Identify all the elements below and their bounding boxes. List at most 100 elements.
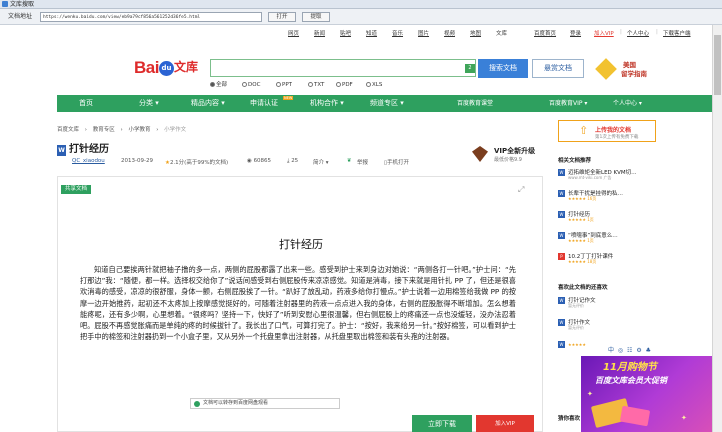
list-item[interactable]: W 打针经历 ★★★★★ 1页	[558, 210, 656, 222]
user-center-link[interactable]: 个人中心	[627, 29, 649, 37]
filter-doc[interactable]: DOC	[242, 81, 260, 90]
search-docs-button[interactable]: 搜索文档	[478, 59, 528, 78]
search-input[interactable]: 2	[210, 59, 476, 77]
filter-txt[interactable]: TXT	[308, 81, 324, 90]
list-item[interactable]: P 10.2丁丁打针课件 ★★★★★ 18页	[558, 252, 656, 264]
menu-edu-vip[interactable]: 百度教育VIP ▾	[549, 95, 587, 112]
vip-upgrade-banner[interactable]: VIP全新升级 最低价格9.9	[472, 145, 552, 167]
breadcrumb-item[interactable]: 小学作文	[164, 127, 186, 133]
breadcrumb: 百度文库 › 教育专区 › 小学教育 › 小学作文	[57, 125, 190, 133]
breadcrumb-sep: ›	[156, 127, 159, 133]
nav-link[interactable]: 地图	[470, 29, 481, 37]
guess-you-like-heading: 猜你喜欢	[558, 416, 581, 422]
upload-icon: ⇧	[579, 124, 589, 137]
ime-toolbar[interactable]: 中 ◎ ☷ ⚙ ♣	[608, 345, 712, 354]
shared-doc-tag: 共享文档	[61, 185, 92, 194]
download-client-link[interactable]: 下载客户端	[663, 29, 691, 37]
nav-link[interactable]: 贴吧	[340, 29, 351, 37]
url-toolbar: 文档地址 https://wenku.baidu.com/view/eb9a79…	[0, 9, 722, 25]
scrollbar-thumb[interactable]	[714, 35, 721, 95]
address-input[interactable]: https://wenku.baidu.com/view/eb9a79cf856…	[40, 12, 262, 22]
upload-subtitle: 第1次上传有免费下载	[595, 135, 639, 140]
nav-link[interactable]: 新闻	[314, 29, 325, 37]
menu-certify[interactable]: 申请认证	[250, 95, 278, 112]
document-viewer[interactable]: 共享文档 ⤢ 打针经历 知道自己要挨两针就把袖子撸的多一点，两侧的屁股都露了出来…	[57, 176, 543, 432]
mobile-open-link[interactable]: ▯手机打开	[384, 158, 409, 166]
logo-bai: Bai	[134, 58, 159, 77]
related-heading: 相关文档推荐	[558, 158, 592, 164]
vip-subtitle: 最低价格9.9	[494, 157, 522, 163]
promo-line1: 11月购物节	[603, 362, 657, 373]
logo-paw: du	[158, 61, 174, 76]
intro-dropdown[interactable]: 简介 ▾	[313, 158, 329, 166]
breadcrumb-item[interactable]: 小学教育	[128, 127, 150, 133]
top-nav: 网页 新闻 贴吧 知道 音乐 图片 视频 地图 文库 百度首页 登录 加入VIP…	[0, 25, 712, 39]
list-item[interactable]: W 打针作文 暂无评价	[558, 318, 656, 330]
menu-channel[interactable]: 频道专区 ▾	[370, 95, 404, 112]
fullscreen-icon[interactable]: ⤢	[518, 185, 524, 195]
nav-separator: |	[620, 29, 622, 35]
info-icon	[194, 401, 200, 407]
doc-icon: W	[558, 211, 565, 218]
vip-title: VIP全新升级	[494, 147, 536, 155]
vertical-scrollbar[interactable]	[712, 25, 722, 432]
open-button[interactable]: 打开	[268, 12, 296, 22]
download-button[interactable]: 立即下载	[412, 415, 472, 432]
reward-docs-button[interactable]: 悬赏文档	[532, 59, 584, 78]
radio-icon	[276, 82, 281, 87]
upload-date: 2013-09-29	[121, 158, 153, 164]
filter-xls[interactable]: XLS	[366, 81, 382, 90]
upload-doc-button[interactable]: ⇧ 上传我的文档 第1次上传有免费下载	[558, 120, 656, 142]
menu-edu-class[interactable]: 百度教育课堂	[457, 95, 493, 112]
address-label: 文档地址	[8, 13, 33, 20]
login-link[interactable]: 登录	[570, 29, 581, 37]
breadcrumb-sep: ›	[120, 127, 123, 133]
radio-icon	[336, 82, 341, 87]
promo-banner[interactable]: 11月购物节 百度文库会员大促销 ✦ ✦	[581, 356, 712, 432]
list-item[interactable]: W 迈拓维矩全新LED KVM切… www.mt-viki.com 广告	[558, 168, 656, 180]
new-badge: NEW	[283, 96, 294, 100]
nav-link[interactable]: 视频	[444, 29, 455, 37]
leaf-icon: ❦	[347, 158, 352, 164]
ad-line2: 留学指南	[621, 70, 647, 78]
list-item[interactable]: W 长辈干扰是挂得的私… ★★★★★ 16页	[558, 189, 656, 201]
menu-institution[interactable]: 机构合作 ▾	[310, 95, 344, 112]
nav-link[interactable]: 网页	[288, 29, 299, 37]
extract-button[interactable]: 提取	[302, 12, 330, 22]
doc-icon: W	[558, 232, 565, 239]
save-to-netdisk-tip[interactable]: 文档可以转存到百度网盘观看	[190, 398, 340, 409]
upload-title: 上传我的文档	[595, 127, 632, 134]
filter-all[interactable]: 全部	[210, 81, 227, 90]
ad-badge-icon	[595, 58, 617, 80]
study-abroad-ad[interactable]: 美国 留学指南	[593, 56, 659, 82]
document-title-row: W 打针经历	[57, 140, 109, 156]
list-item[interactable]: W 打针记作文 暂无评价	[558, 296, 656, 308]
breadcrumb-item[interactable]: 百度文库	[57, 127, 79, 133]
list-item[interactable]: W “喷嚏事”到底意么… ★★★★★ 1页	[558, 231, 656, 243]
menu-premium[interactable]: 精品内容 ▾	[191, 95, 225, 112]
views: ◉ 60865	[247, 158, 272, 164]
baidu-wenku-logo[interactable]: Bai du 文库	[134, 58, 198, 77]
downloads: ⤓ 25	[287, 158, 299, 164]
document-heading: 打针经历	[279, 238, 323, 251]
search-badge: 2	[465, 64, 475, 73]
filter-pdf[interactable]: PDF	[336, 81, 353, 90]
breadcrumb-item[interactable]: 教育专区	[93, 127, 115, 133]
menu-user-center[interactable]: 个人中心 ▾	[613, 95, 642, 112]
nav-link[interactable]: 图片	[418, 29, 429, 37]
menu-home[interactable]: 首页	[79, 95, 93, 112]
author-link[interactable]: QC_xiaodou	[72, 158, 105, 164]
nav-link[interactable]: 音乐	[392, 29, 403, 37]
logo-wenku: 文库	[173, 60, 198, 74]
report-link[interactable]: 举报	[357, 158, 368, 166]
baidu-home-link[interactable]: 百度首页	[534, 29, 556, 37]
menu-category[interactable]: 分类 ▾	[139, 95, 159, 112]
nav-separator: |	[656, 29, 658, 35]
join-vip-button[interactable]: 加入VIP	[476, 415, 534, 432]
sparkle-icon: ✦	[681, 414, 687, 422]
breadcrumb-sep: ›	[84, 127, 87, 133]
filter-ppt[interactable]: PPT	[276, 81, 292, 90]
nav-link-current[interactable]: 文库	[496, 29, 507, 37]
join-vip-link[interactable]: 加入VIP	[594, 29, 614, 37]
nav-link[interactable]: 知道	[366, 29, 377, 37]
